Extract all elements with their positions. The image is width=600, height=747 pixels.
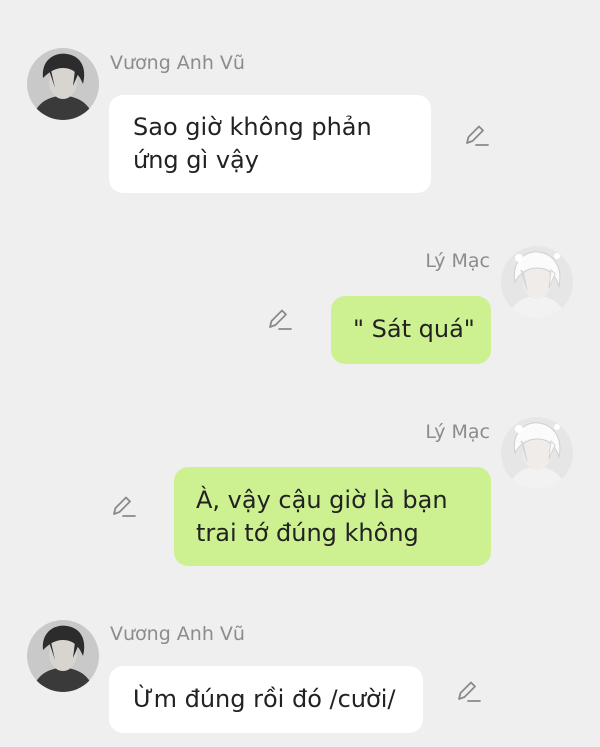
message-bubble[interactable]: " Sát quá" [331,296,491,364]
message-text-line: ứng gì vậy [133,146,259,174]
white-hair-character-avatar-icon [501,417,573,489]
avatar-ly-mac[interactable] [501,246,573,318]
pencil-edit-icon[interactable] [464,124,490,148]
message-text-line: " Sát quá" [353,315,475,343]
message-text-line: trai tớ đúng không [196,519,419,547]
avatar-vuong-anh-vu[interactable] [27,620,99,692]
white-hair-character-avatar-icon [501,246,573,318]
sender-name: Vương Anh Vũ [110,623,245,645]
message-bubble[interactable]: Ừm đúng rồi đó /cười/ [109,666,423,733]
message-text-line: Sao giờ không phản [133,113,372,141]
message-text-line: Ừm đúng rồi đó /cười/ [133,685,396,713]
dark-hair-character-avatar-icon [27,48,99,120]
avatar-vuong-anh-vu[interactable] [27,48,99,120]
message-text-line: À, vậy cậu giờ là bạn [196,486,448,514]
sender-name: Vương Anh Vũ [110,52,245,74]
sender-name: Lý Mạc [425,421,490,443]
sender-name: Lý Mạc [425,250,490,272]
pencil-edit-icon[interactable] [267,308,293,332]
message-bubble[interactable]: Sao giờ không phản ứng gì vậy [109,95,431,193]
dark-hair-character-avatar-icon [27,620,99,692]
pencil-edit-icon[interactable] [111,495,137,519]
message-bubble[interactable]: À, vậy cậu giờ là bạn trai tớ đúng không [174,467,491,566]
avatar-ly-mac[interactable] [501,417,573,489]
pencil-edit-icon[interactable] [456,680,482,704]
